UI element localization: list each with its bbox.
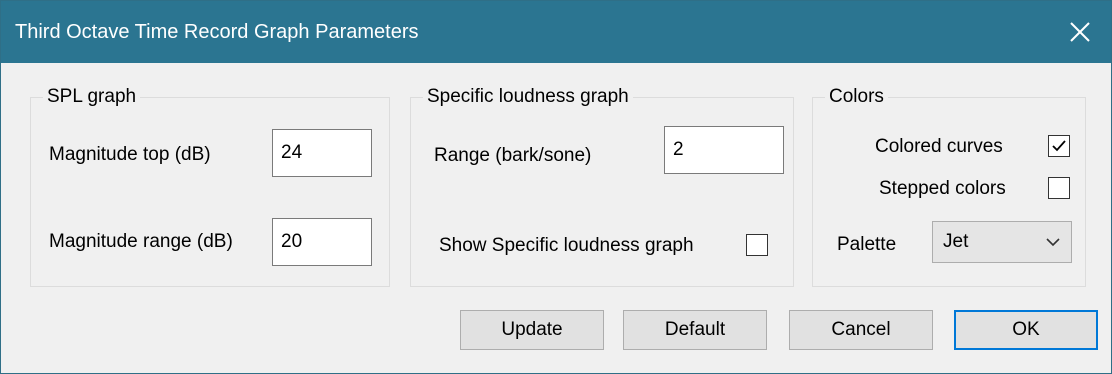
palette-label: Palette bbox=[837, 234, 897, 255]
palette-selected-value: Jet bbox=[943, 231, 969, 252]
magnitude-top-input[interactable] bbox=[272, 129, 372, 177]
range-input[interactable] bbox=[664, 126, 784, 174]
ok-button[interactable]: OK bbox=[954, 310, 1098, 350]
title-bar[interactable]: Third Octave Time Record Graph Parameter… bbox=[1, 1, 1111, 63]
update-button[interactable]: Update bbox=[460, 310, 604, 350]
cancel-button[interactable]: Cancel bbox=[789, 310, 933, 350]
magnitude-range-input[interactable] bbox=[272, 218, 372, 266]
close-icon bbox=[1070, 22, 1090, 42]
show-specific-loudness-label: Show Specific loudness graph bbox=[439, 235, 694, 256]
magnitude-range-label: Magnitude range (dB) bbox=[49, 231, 233, 252]
dialog-window: Third Octave Time Record Graph Parameter… bbox=[0, 0, 1112, 374]
colors-group-title: Colors bbox=[825, 85, 888, 109]
show-specific-loudness-checkbox[interactable] bbox=[746, 234, 768, 256]
range-label: Range (bark/sone) bbox=[434, 145, 592, 166]
default-button[interactable]: Default bbox=[623, 310, 767, 350]
checkmark-icon bbox=[1052, 140, 1066, 152]
palette-select[interactable]: Jet bbox=[932, 221, 1072, 263]
specific-loudness-group-title: Specific loudness graph bbox=[423, 85, 633, 109]
stepped-colors-checkbox[interactable] bbox=[1048, 177, 1070, 199]
close-button[interactable] bbox=[1049, 1, 1111, 63]
colored-curves-checkbox[interactable] bbox=[1048, 135, 1070, 157]
colored-curves-label: Colored curves bbox=[875, 136, 1003, 157]
magnitude-top-label: Magnitude top (dB) bbox=[49, 144, 211, 165]
window-title: Third Octave Time Record Graph Parameter… bbox=[15, 21, 419, 43]
spl-graph-group-title: SPL graph bbox=[43, 85, 141, 109]
stepped-colors-label: Stepped colors bbox=[879, 178, 1006, 199]
chevron-down-icon bbox=[1046, 238, 1060, 247]
